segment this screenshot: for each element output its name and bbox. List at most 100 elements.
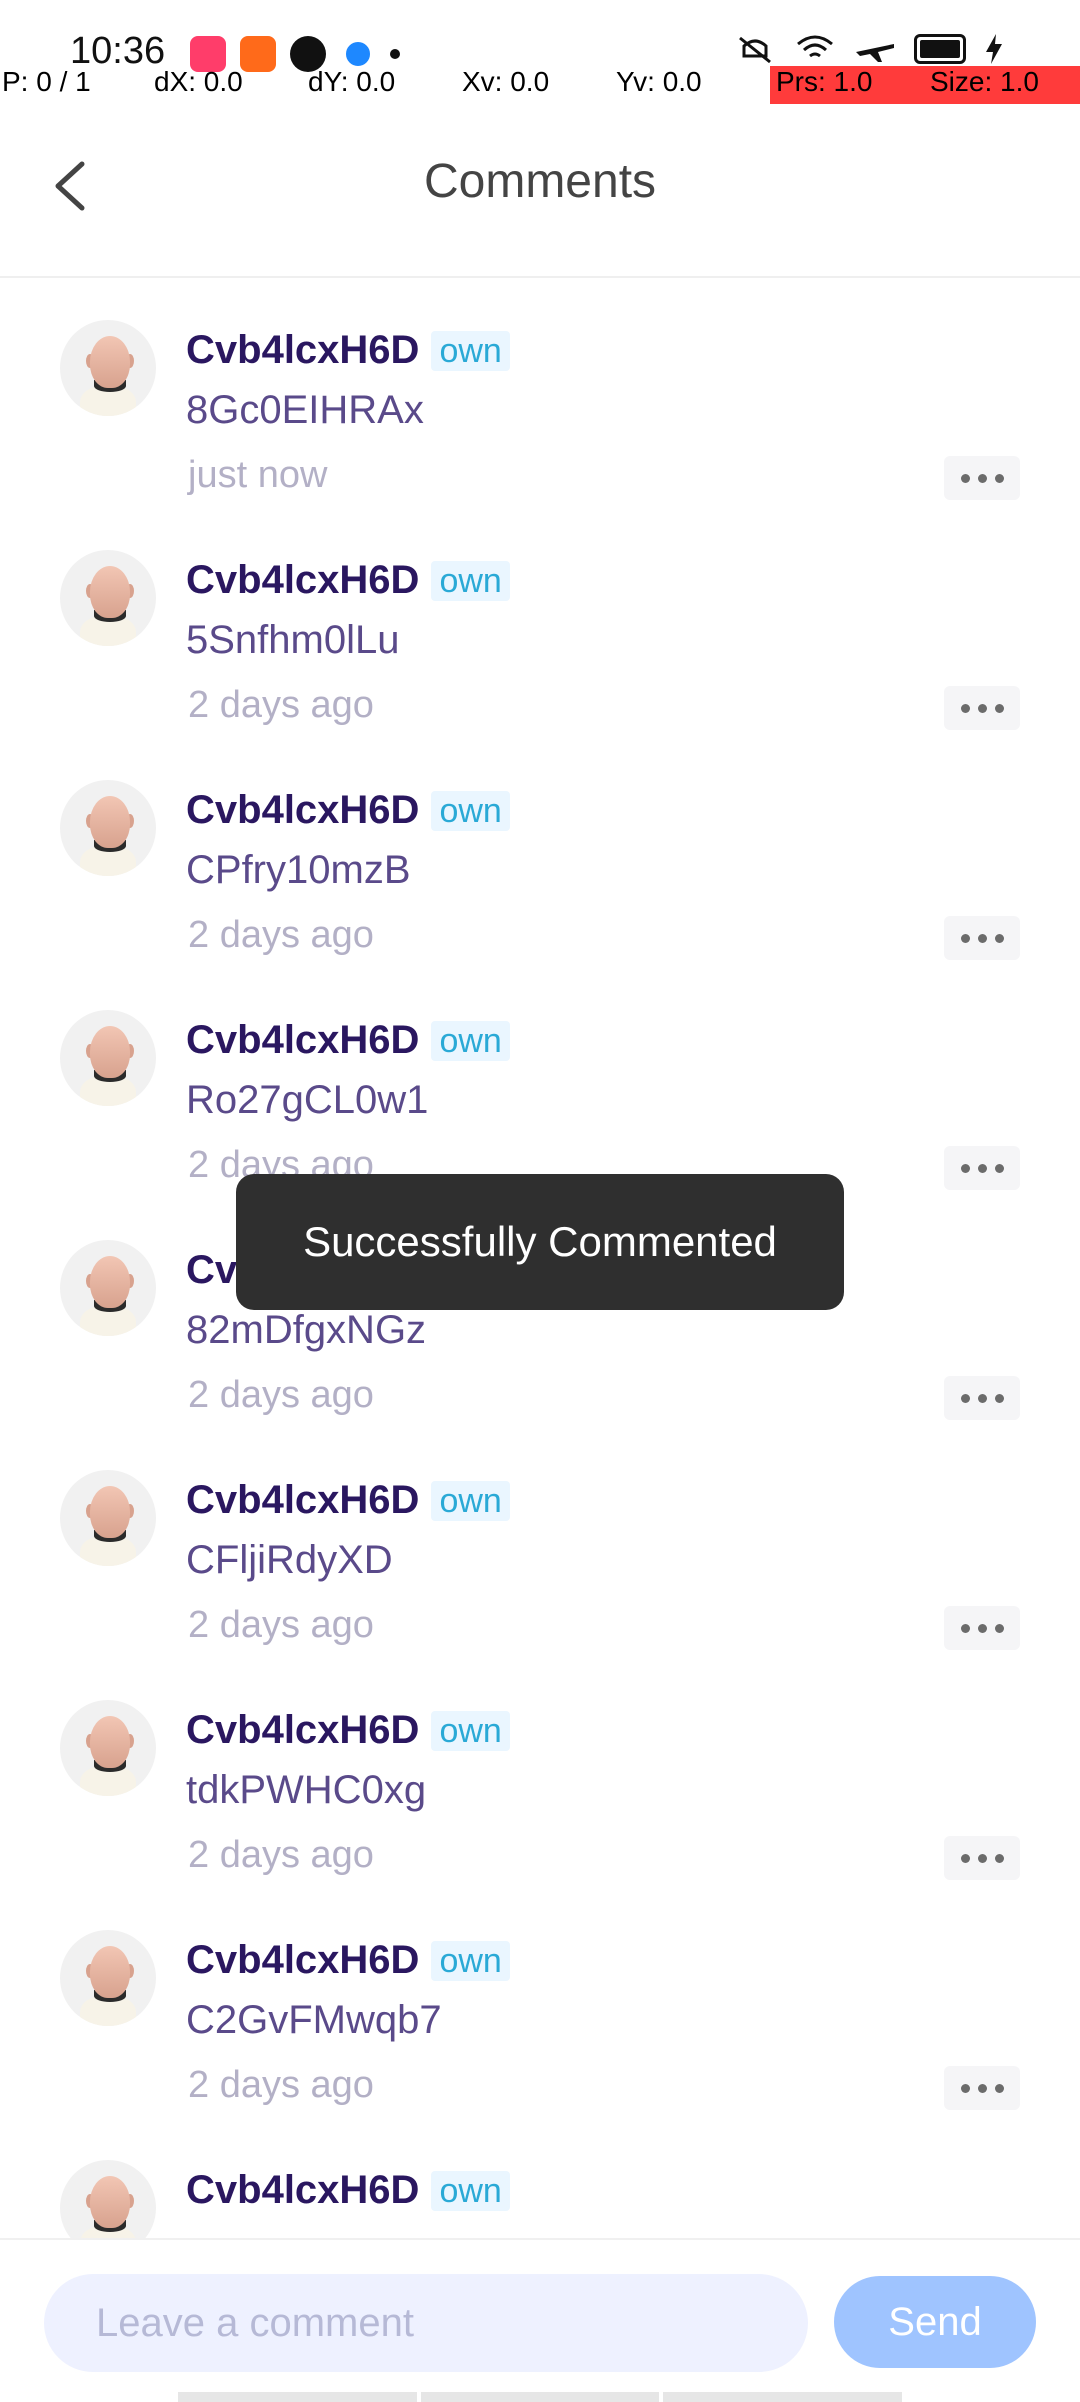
dot-icon: [977, 703, 987, 713]
dot-icon: [960, 933, 970, 943]
comment-item: Cvb4lcxH6D own tdkPWHC0xg 2 days ago: [0, 1700, 1080, 1930]
comment-item: Cvb4lcxH6D own CFljiRdyXD 2 days ago: [0, 1470, 1080, 1700]
more-options-button[interactable]: [944, 1836, 1020, 1880]
comment-time: 2 days ago: [188, 914, 374, 956]
dot-icon: [994, 703, 1004, 713]
comment-username[interactable]: Cvb4lcxH6D own: [186, 558, 510, 603]
comment-text: CFljiRdyXD: [186, 1538, 393, 1582]
more-options-button[interactable]: [944, 916, 1020, 960]
status-system-icons: [734, 34, 1004, 64]
comment-time: 2 days ago: [188, 1604, 374, 1646]
page-header: Comments: [0, 112, 1080, 278]
debug-xv: Xv: 0.0: [462, 66, 550, 97]
comment-text: 82mDfgxNGz: [186, 1308, 427, 1352]
own-badge: own: [431, 2170, 510, 2211]
own-badge: own: [431, 560, 510, 601]
own-badge: own: [431, 1940, 510, 1981]
dot-icon: [994, 1393, 1004, 1403]
pointer-debug-bar: P: 0 / 1 dX: 0.0 dY: 0.0 Xv: 0.0 Yv: 0.0…: [0, 66, 1080, 106]
avatar[interactable]: [60, 1930, 156, 2026]
avatar[interactable]: [60, 320, 156, 416]
comment-time: 2 days ago: [188, 2064, 374, 2106]
username-text[interactable]: Cvb4lcxH6D: [186, 788, 419, 833]
comment-item: Cvb4lcxH6D own C2GvFMwqb7 2 days ago: [0, 1930, 1080, 2160]
own-badge: own: [431, 330, 510, 371]
more-options-button[interactable]: [944, 456, 1020, 500]
dot-icon: [994, 1163, 1004, 1173]
dot-icon: [960, 473, 970, 483]
comment-username[interactable]: Cvb4lcxH6D own: [186, 788, 510, 833]
dot-icon: [960, 1393, 970, 1403]
username-text[interactable]: Cvb4lcxH6D: [186, 1938, 419, 1983]
comment-username[interactable]: Cvb4lcxH6D own: [186, 1708, 510, 1753]
comment-text: CPfry10mzB: [186, 848, 411, 892]
dot-icon: [960, 1853, 970, 1863]
dot-icon: [960, 1163, 970, 1173]
dot-icon: [960, 703, 970, 713]
dot-icon: [994, 473, 1004, 483]
dot-icon: [977, 1623, 987, 1633]
comment-text: Ro27gCL0w1: [186, 1078, 429, 1122]
debug-dy: dY: 0.0: [308, 66, 396, 97]
page-title: Comments: [423, 155, 657, 208]
comment-username[interactable]: Cvb4lcxH6D own: [186, 1478, 510, 1523]
username-text[interactable]: Cvb4lcxH6D: [186, 558, 419, 603]
comment-time: 2 days ago: [188, 1374, 374, 1416]
own-badge: own: [431, 1020, 510, 1061]
wifi-icon: [797, 35, 833, 58]
own-badge: own: [431, 1480, 510, 1521]
toast-message: Successfully Commented: [236, 1174, 844, 1310]
more-options-button[interactable]: [944, 1606, 1020, 1650]
charging-icon: [986, 34, 1002, 64]
dot-icon: [390, 49, 400, 59]
dot-icon: [994, 1623, 1004, 1633]
comment-time: 2 days ago: [188, 1834, 374, 1876]
comment-text: 8Gc0EIHRAx: [186, 388, 424, 432]
more-options-button[interactable]: [944, 1146, 1020, 1190]
avatar[interactable]: [60, 1240, 156, 1336]
comment-item: Cvb4lcxH6D own 8Gc0EIHRAx just now: [0, 320, 1080, 550]
comment-item: Cvb4lcxH6D own CPfry10mzB 2 days ago: [0, 780, 1080, 1010]
comment-text: tdkPWHC0xg: [186, 1768, 427, 1812]
more-options-button[interactable]: [944, 2066, 1020, 2110]
comment-username[interactable]: Cvb4lcxH6D own: [186, 328, 510, 373]
username-text[interactable]: Cvb4lcxH6D: [186, 328, 419, 373]
comment-item: Cvb4lcxH6D own 5Snfhm0lLu 2 days ago: [0, 550, 1080, 780]
debug-size: Size: 1.0: [924, 66, 1080, 104]
comment-username[interactable]: Cvb4lcxH6D own: [186, 1938, 510, 1983]
more-options-button[interactable]: [944, 1376, 1020, 1420]
comment-input[interactable]: [44, 2274, 808, 2372]
avatar[interactable]: [60, 550, 156, 646]
avatar[interactable]: [60, 1470, 156, 1566]
debug-dx: dX: 0.0: [154, 66, 243, 97]
more-options-button[interactable]: [944, 686, 1020, 730]
debug-yv: Yv: 0.0: [616, 66, 702, 97]
mute-icon: [739, 36, 771, 64]
debug-pointer: P: 0 / 1: [2, 66, 91, 97]
username-text[interactable]: Cvb4lcxH6D: [186, 1708, 419, 1753]
own-badge: own: [431, 790, 510, 831]
home-indicator: [178, 2392, 903, 2402]
battery-icon: [914, 34, 966, 64]
comment-username[interactable]: Cvb4lcxH6D own: [186, 2168, 510, 2213]
dot-icon: [977, 1853, 987, 1863]
comment-username[interactable]: Cvb4lcxH6D own: [186, 1018, 510, 1063]
dot-icon: [977, 2083, 987, 2093]
dot-icon: [994, 933, 1004, 943]
username-text[interactable]: Cvb4lcxH6D: [186, 1018, 419, 1063]
own-badge: own: [431, 1710, 510, 1751]
send-button[interactable]: Send: [834, 2276, 1036, 2368]
avatar[interactable]: [60, 1700, 156, 1796]
comment-time: 2 days ago: [188, 684, 374, 726]
dot-icon: [994, 2083, 1004, 2093]
airplane-icon: [856, 44, 894, 62]
dot-icon: [977, 473, 987, 483]
dot-icon: [977, 933, 987, 943]
dot-icon: [977, 1393, 987, 1403]
username-text[interactable]: Cvb4lcxH6D: [186, 1478, 419, 1523]
avatar[interactable]: [60, 1010, 156, 1106]
dot-icon: [977, 1163, 987, 1173]
avatar[interactable]: [60, 780, 156, 876]
comment-time: just now: [188, 454, 328, 496]
username-text[interactable]: Cvb4lcxH6D: [186, 2168, 419, 2213]
